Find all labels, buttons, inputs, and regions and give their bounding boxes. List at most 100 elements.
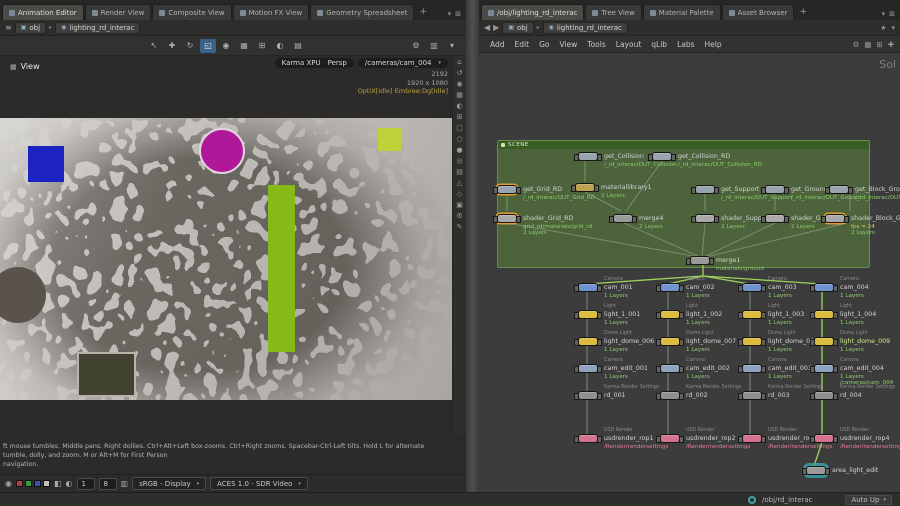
favorite-icon[interactable]: ★ [880, 24, 886, 32]
tab-animation-editor[interactable]: Animation Editor [2, 4, 84, 20]
node-body[interactable] [814, 337, 834, 346]
snap-grid-icon[interactable]: ▦ [236, 39, 252, 53]
node-merge4[interactable]: merge42 Layers [613, 214, 633, 223]
split-icon[interactable]: ⊞ [457, 114, 463, 121]
home-icon[interactable]: ⌂ [457, 59, 461, 66]
display-bars-icon[interactable]: ▤ [290, 39, 306, 53]
node-body[interactable] [814, 283, 834, 292]
node-cam-edit-004[interactable]: Cameracam_edit_0041 Layers/cameras/cam_0… [814, 364, 834, 373]
path-current-chip[interactable]: ◉ lighting_rd_interac [55, 22, 140, 34]
camera-icon[interactable]: ◉ [456, 81, 462, 88]
pane-link-icon[interactable]: ≡ [5, 23, 12, 32]
menu-edit[interactable]: Edit [510, 38, 535, 51]
menu-tools[interactable]: Tools [582, 38, 610, 51]
pane-menu-icon[interactable]: ▾ [448, 10, 452, 18]
node-usdrender-rop1[interactable]: USD Renderusdrender_rop1/Render/renderse… [578, 434, 598, 443]
node-body[interactable] [695, 185, 715, 194]
settings-icon[interactable]: ⚙ [853, 40, 860, 49]
diamond-icon[interactable]: ◇ [457, 191, 462, 198]
node-body[interactable] [742, 337, 762, 346]
rotate-tool-icon[interactable]: ↻ [182, 39, 198, 53]
close-pane-icon[interactable]: ⊠ [455, 10, 461, 18]
select-tool-icon[interactable]: ↖ [146, 39, 162, 53]
node-body[interactable] [660, 310, 680, 319]
node-body[interactable] [578, 152, 598, 161]
view-transform-dropdown[interactable]: ACES 1.0 - SDR Video▾ [210, 477, 308, 490]
grid-icon[interactable]: ▦ [864, 40, 871, 49]
menu-go[interactable]: Go [534, 38, 554, 51]
tab-composite-view[interactable]: Composite View [152, 4, 231, 20]
menu-layout[interactable]: Layout [611, 38, 647, 51]
color-swatch-3[interactable] [43, 480, 50, 487]
node-body[interactable] [575, 183, 595, 192]
node-body[interactable] [765, 214, 785, 223]
node-light-dome-008[interactable]: Dome Lightlight_dome_0081 Layers [742, 337, 762, 346]
node-body[interactable] [814, 434, 834, 443]
add-icon[interactable]: ✚ [888, 40, 894, 49]
node-body[interactable] [497, 185, 517, 194]
close-pane-icon[interactable]: ⊠ [889, 10, 895, 18]
node-get-collision[interactable]: get_Collision/_rd_interac/OUT_Collision [578, 152, 598, 161]
gamma-field[interactable]: 1 [77, 478, 95, 490]
tab-material-palette[interactable]: Material Palette [643, 4, 721, 20]
node-cam-edit-002[interactable]: Cameracam_edit_0021 Layers [660, 364, 680, 373]
grid-toggle-icon[interactable]: ▦ [456, 92, 463, 99]
shading-icon[interactable]: ◐ [272, 39, 288, 53]
camera-badge[interactable]: /cameras/cam_004 ▾ [358, 58, 448, 68]
node-body[interactable] [742, 434, 762, 443]
tab-motion-fx-view[interactable]: Motion FX View [233, 4, 310, 20]
tab-obj-lighting-rd-interac[interactable]: /obj/lighting_rd_interac [481, 4, 584, 20]
colorspace-dropdown[interactable]: sRGB - Display▾ [132, 477, 206, 490]
forward-icon[interactable]: ▶ [493, 23, 499, 32]
exposure-icon[interactable]: ◐ [66, 479, 73, 488]
node-shader-block-ground[interactable]: shader_Block_Groundfps = 242 Layers [825, 214, 845, 223]
node-usdrender-rop2[interactable]: USD Renderusdrender_rop2/Render/renderse… [660, 434, 680, 443]
shading-mode-icon[interactable]: ◐ [456, 103, 462, 110]
auto-update-toggle[interactable]: Auto Up▾ [845, 495, 892, 505]
bars-icon[interactable]: ▤ [456, 169, 463, 176]
node-body[interactable] [690, 256, 710, 265]
panes-icon[interactable]: ⊞ [876, 40, 882, 49]
node-body[interactable] [695, 214, 715, 223]
wireframe-icon[interactable]: ○ [456, 136, 462, 143]
split-view-icon[interactable]: ⊞ [254, 39, 270, 53]
node-body[interactable] [660, 283, 680, 292]
node-body[interactable] [825, 214, 845, 223]
view-tool-icon[interactable]: ◉ [218, 39, 234, 53]
add-tab-button[interactable]: + [415, 7, 431, 17]
exposure-field[interactable]: 8 [99, 478, 117, 490]
node-shader-grid-rd[interactable]: shader_Grid_RDgrid_rd/materials/grid_rd2… [497, 214, 517, 223]
node-area-light-edit[interactable]: area_light_edit [806, 466, 826, 475]
translate-tool-icon[interactable]: ✚ [164, 39, 180, 53]
node-body[interactable] [742, 283, 762, 292]
node-light-1-003[interactable]: Lightlight_1_0031 Layers [742, 310, 762, 319]
cone-light-icon[interactable]: △ [457, 180, 462, 187]
color-swatch-0[interactable] [16, 480, 23, 487]
path-root-chip[interactable]: ▣ obj [502, 22, 533, 34]
pane-menu-icon[interactable]: ▾ [882, 10, 886, 18]
node-cam-edit-003[interactable]: Cameracam_edit_0031 Layers [742, 364, 762, 373]
display-mode-icon[interactable]: ◉ [5, 479, 12, 488]
node-body[interactable] [742, 310, 762, 319]
more-options-icon[interactable]: ▾ [444, 39, 460, 53]
color-swatch-1[interactable] [25, 480, 32, 487]
node-light-dome-009[interactable]: Dome Lightlight_dome_0091 Layers [814, 337, 834, 346]
node-body[interactable] [660, 337, 680, 346]
node-body[interactable] [578, 283, 598, 292]
annotate-icon[interactable]: ✎ [457, 224, 463, 231]
tab-render-view[interactable]: Render View [85, 4, 152, 20]
node-get-collision-rd[interactable]: get_Collision_RD/_rd_interac/OUT_Collisi… [652, 152, 672, 161]
node-body[interactable] [652, 152, 672, 161]
node-body[interactable] [829, 185, 849, 194]
node-body[interactable] [806, 466, 826, 475]
frame-icon[interactable]: ▢ [456, 125, 463, 132]
node-shader-ground[interactable]: shader_Ground2 Layers [765, 214, 785, 223]
menu-view[interactable]: View [554, 38, 582, 51]
node-body[interactable] [660, 391, 680, 400]
node-body[interactable] [814, 310, 834, 319]
node-materiallibrary1[interactable]: materiallibrary12 Layers [575, 183, 595, 192]
node-body[interactable] [814, 364, 834, 373]
node-body[interactable] [742, 391, 762, 400]
pane-divider[interactable] [466, 0, 479, 492]
node-get-support[interactable]: get_Support/_rd_interac/OUT_Support [695, 185, 715, 194]
